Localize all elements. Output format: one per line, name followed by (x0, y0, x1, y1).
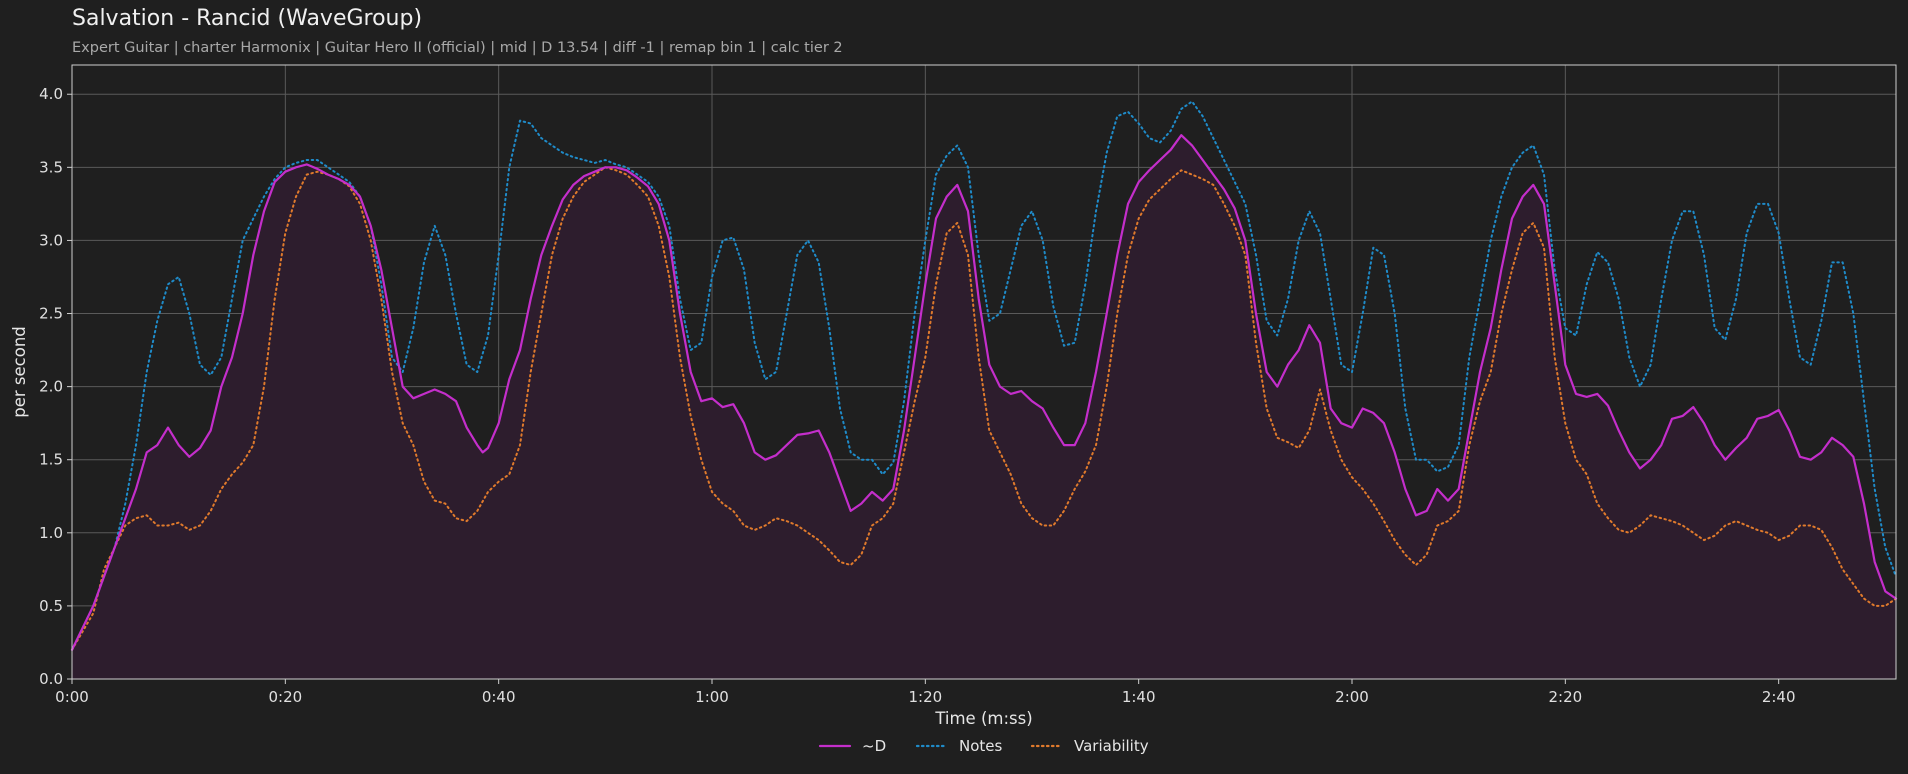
x-tick-label: 1:00 (695, 688, 729, 706)
y-tick-label: 3.5 (39, 158, 63, 176)
y-axis-label: per second (10, 326, 29, 418)
y-tick-label: 4.0 (39, 85, 63, 103)
y-tick-label: 3.0 (39, 231, 63, 249)
y-tick-label: 1.5 (39, 451, 63, 469)
x-tick-label: 0:40 (482, 688, 516, 706)
x-tick-label: 1:40 (1122, 688, 1156, 706)
y-axis-ticks: 0.0 0.5 1.0 1.5 2.0 2.5 3.0 3.5 4.0 (39, 85, 72, 688)
x-axis-label: Time (m:ss) (934, 709, 1032, 728)
legend-label-notes: Notes (959, 737, 1003, 755)
x-tick-label: 2:20 (1548, 688, 1582, 706)
y-tick-label: 2.0 (39, 378, 63, 396)
y-tick-label: 2.5 (39, 305, 63, 323)
y-tick-label: 0.5 (39, 597, 63, 615)
x-tick-label: 1:20 (908, 688, 942, 706)
x-tick-label: 2:00 (1335, 688, 1369, 706)
chart-svg: 0:00 0:20 0:40 1:00 1:20 1:40 2:00 2:20 2:40 0.0… (10, 64, 1898, 755)
legend: ~D Notes Variability (818, 737, 1149, 755)
legend-label-variability: Variability (1074, 737, 1149, 755)
legend-label-d: ~D (862, 737, 886, 755)
x-tick-label: 2:40 (1762, 688, 1796, 706)
area-fill-d (72, 135, 1896, 679)
x-axis-ticks: 0:00 0:20 0:40 1:00 1:20 1:40 2:00 2:20 2:40 (55, 679, 1796, 706)
x-tick-label: 0:00 (55, 688, 89, 706)
x-tick-label: 0:20 (268, 688, 302, 706)
y-tick-label: 1.0 (39, 524, 63, 542)
y-tick-label: 0.0 (39, 670, 63, 688)
series-fills (72, 135, 1896, 679)
